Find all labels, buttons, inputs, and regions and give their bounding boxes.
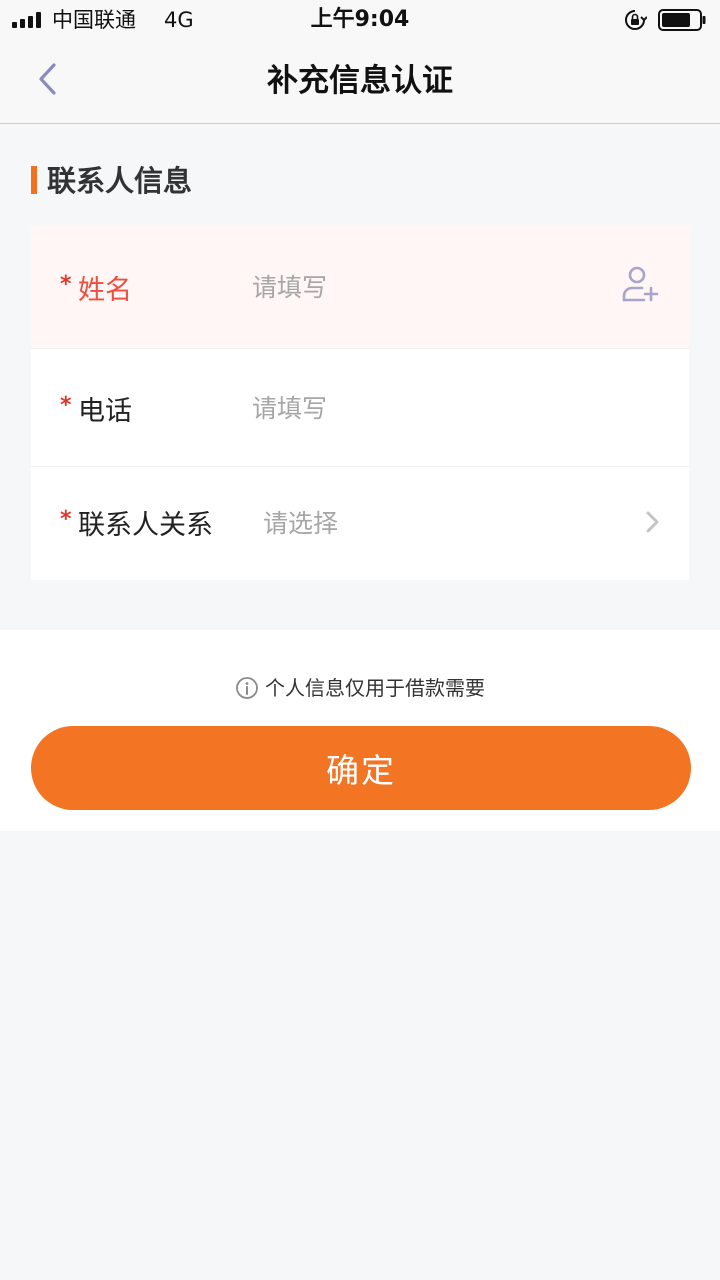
confirm-button[interactable]: 确定 (31, 726, 691, 810)
page-title: 补充信息认证 (267, 63, 453, 99)
info-icon (236, 677, 258, 699)
relation-select[interactable]: 请选择 (263, 504, 338, 540)
required-mark: * (60, 393, 72, 418)
phone-input[interactable] (252, 388, 582, 428)
bottom-panel: 个人信息仅用于借款需要 确定 (0, 630, 720, 831)
phone-label: 电话 (78, 396, 132, 427)
form-row-name: * 姓名 (31, 226, 689, 348)
back-button[interactable] (26, 56, 72, 102)
section-title: 联系人信息 (47, 164, 193, 198)
name-label: 姓名 (78, 275, 132, 306)
relation-label: 联系人关系 (78, 510, 213, 541)
status-bar: 中国联通 4G 上午9:04 (0, 0, 720, 40)
name-input[interactable] (252, 267, 582, 307)
form-row-phone: * 电话 (31, 348, 689, 467)
privacy-notice: 个人信息仅用于借款需要 (0, 674, 720, 707)
user-plus-icon[interactable] (620, 264, 660, 304)
chevron-left-icon (39, 63, 56, 95)
chevron-right-icon (646, 511, 659, 533)
rotation-lock-icon (625, 10, 647, 30)
contact-form: * 姓名 * 电话 * 联系人关系 请选择 (31, 226, 689, 580)
status-time: 上午9:04 (310, 7, 410, 32)
form-row-relation[interactable]: * 联系人关系 请选择 (31, 466, 689, 581)
privacy-notice-text: 个人信息仅用于借款需要 (265, 676, 485, 700)
required-mark: * (60, 507, 72, 532)
battery-icon (658, 9, 706, 31)
nav-bar: 补充信息认证 (0, 40, 720, 124)
section-accent-bar (31, 166, 37, 194)
required-mark: * (60, 272, 72, 297)
